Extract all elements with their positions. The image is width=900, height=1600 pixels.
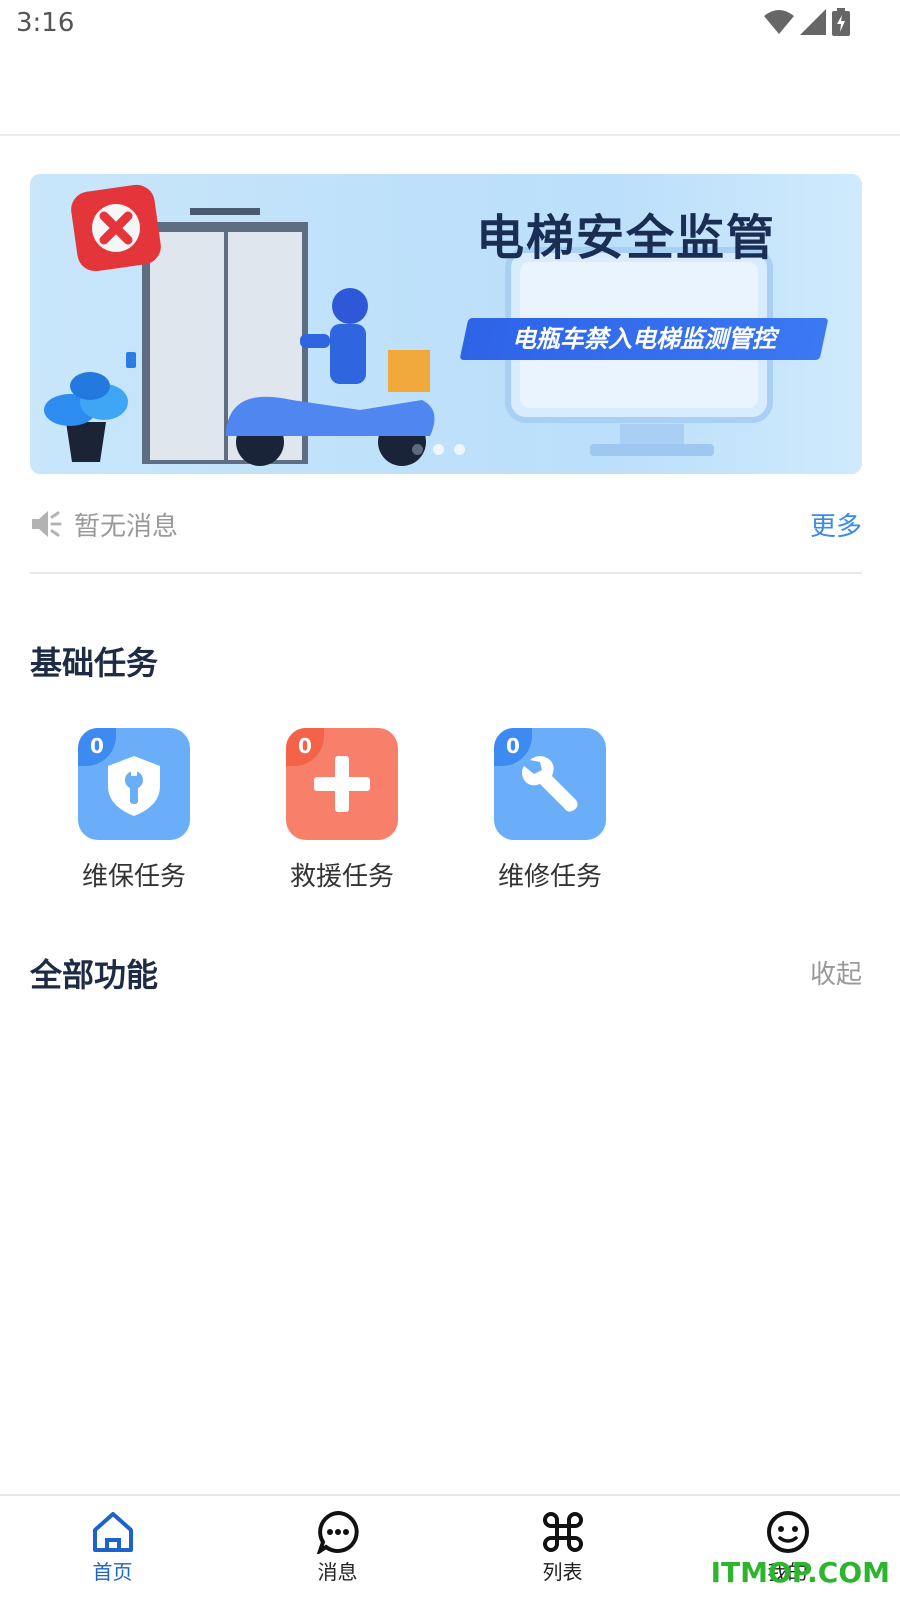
home-icon bbox=[92, 1512, 133, 1552]
smiley-icon bbox=[766, 1511, 809, 1553]
nav-messages[interactable]: 消息 bbox=[225, 1496, 450, 1600]
nav-label: 列表 bbox=[542, 1560, 583, 1584]
command-icon bbox=[542, 1512, 583, 1552]
all-functions-title: 全部功能 bbox=[30, 956, 159, 994]
task-icon-box: 0 bbox=[78, 728, 190, 840]
carousel-dots bbox=[412, 444, 465, 455]
speaker-icon bbox=[32, 511, 62, 537]
task-rescue[interactable]: 0 救援任务 bbox=[252, 728, 432, 898]
shield-wrench-icon bbox=[108, 756, 160, 816]
notice-bar: 暂无消息 更多 bbox=[30, 500, 862, 574]
chat-icon bbox=[316, 1510, 359, 1554]
task-label: 维保任务 bbox=[81, 862, 186, 892]
collapse-link[interactable]: 收起 bbox=[810, 954, 862, 991]
plus-icon bbox=[314, 756, 370, 812]
task-repair[interactable]: 0 维修任务 bbox=[460, 728, 640, 898]
carousel-dot[interactable] bbox=[454, 444, 465, 455]
basic-tasks-title: 基础任务 bbox=[30, 644, 159, 682]
app-header bbox=[0, 50, 900, 136]
task-icon-box: 0 bbox=[494, 728, 606, 840]
task-label: 维修任务 bbox=[497, 862, 602, 892]
cell-signal-icon bbox=[800, 9, 826, 35]
status-icons bbox=[764, 8, 850, 36]
task-maintenance[interactable]: 0 维保任务 bbox=[44, 728, 224, 898]
status-time: 3:16 bbox=[16, 8, 75, 38]
nav-label: 消息 bbox=[317, 1560, 358, 1584]
task-label: 救援任务 bbox=[289, 862, 394, 892]
more-link[interactable]: 更多 bbox=[810, 506, 862, 543]
wifi-icon bbox=[764, 10, 794, 34]
notice-text: 暂无消息 bbox=[74, 512, 179, 542]
nav-home[interactable]: 首页 bbox=[0, 1496, 225, 1600]
site-watermark: ITMOP.COM bbox=[710, 1556, 890, 1589]
carousel-dot[interactable] bbox=[412, 444, 423, 455]
wrench-icon bbox=[522, 756, 578, 812]
banner-subtitle: 电瓶车禁入电梯监测管控 bbox=[459, 318, 829, 360]
promo-banner[interactable]: 电梯安全监管 电瓶车禁入电梯监测管控 bbox=[30, 174, 862, 474]
nav-label: 首页 bbox=[92, 1560, 133, 1584]
battery-icon bbox=[832, 8, 850, 36]
nav-list[interactable]: 列表 bbox=[450, 1496, 675, 1600]
task-icon-box: 0 bbox=[286, 728, 398, 840]
banner-title: 电梯安全监管 bbox=[476, 210, 777, 266]
carousel-dot[interactable] bbox=[433, 444, 444, 455]
status-bar: 3:16 bbox=[0, 0, 900, 50]
